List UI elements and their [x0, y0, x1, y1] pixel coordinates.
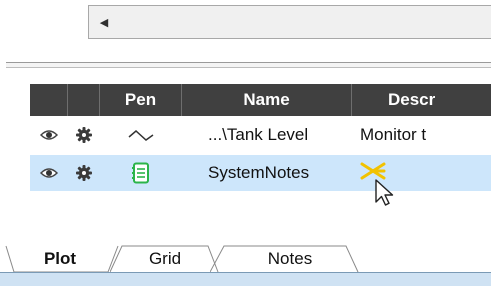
header-visibility[interactable]	[30, 84, 68, 116]
mouse-pointer-icon	[375, 179, 394, 206]
gear-icon[interactable]	[68, 155, 100, 191]
line-trend-icon	[100, 118, 182, 152]
header-settings[interactable]	[68, 84, 100, 116]
table-row[interactable]: ...\Tank Level Monitor t	[30, 118, 491, 152]
tab-notes-label: Notes	[267, 248, 313, 268]
pane-splitter[interactable]	[6, 62, 491, 68]
tab-plot-label: Plot	[43, 248, 77, 268]
tab-notes[interactable]: Notes	[210, 244, 370, 273]
header-pen[interactable]: Pen	[100, 84, 182, 116]
eye-icon[interactable]	[30, 155, 68, 191]
horizontal-scrollbar[interactable]: ◀	[88, 5, 491, 39]
header-name[interactable]: Name	[182, 84, 352, 116]
tab-plot[interactable]: Plot	[0, 244, 120, 273]
tab-strip-baseline	[0, 272, 491, 286]
pen-name: ...\Tank Level	[208, 125, 309, 144]
scroll-left-arrow-icon[interactable]: ◀	[89, 6, 119, 38]
pen-description: Monitor t	[360, 125, 427, 144]
table-row[interactable]: SystemNotes	[30, 155, 491, 191]
pen-name: SystemNotes	[208, 163, 310, 182]
header-description[interactable]: Descr	[352, 84, 491, 116]
tab-grid-label: Grid	[148, 248, 182, 268]
grid-header-row: Pen Name Descr	[30, 84, 491, 116]
gear-icon[interactable]	[68, 118, 100, 152]
tab-grid[interactable]: Grid	[110, 244, 220, 273]
tab-strip: Plot Grid Notes	[0, 244, 491, 274]
notes-book-icon	[100, 155, 182, 191]
eye-icon[interactable]	[30, 118, 68, 152]
